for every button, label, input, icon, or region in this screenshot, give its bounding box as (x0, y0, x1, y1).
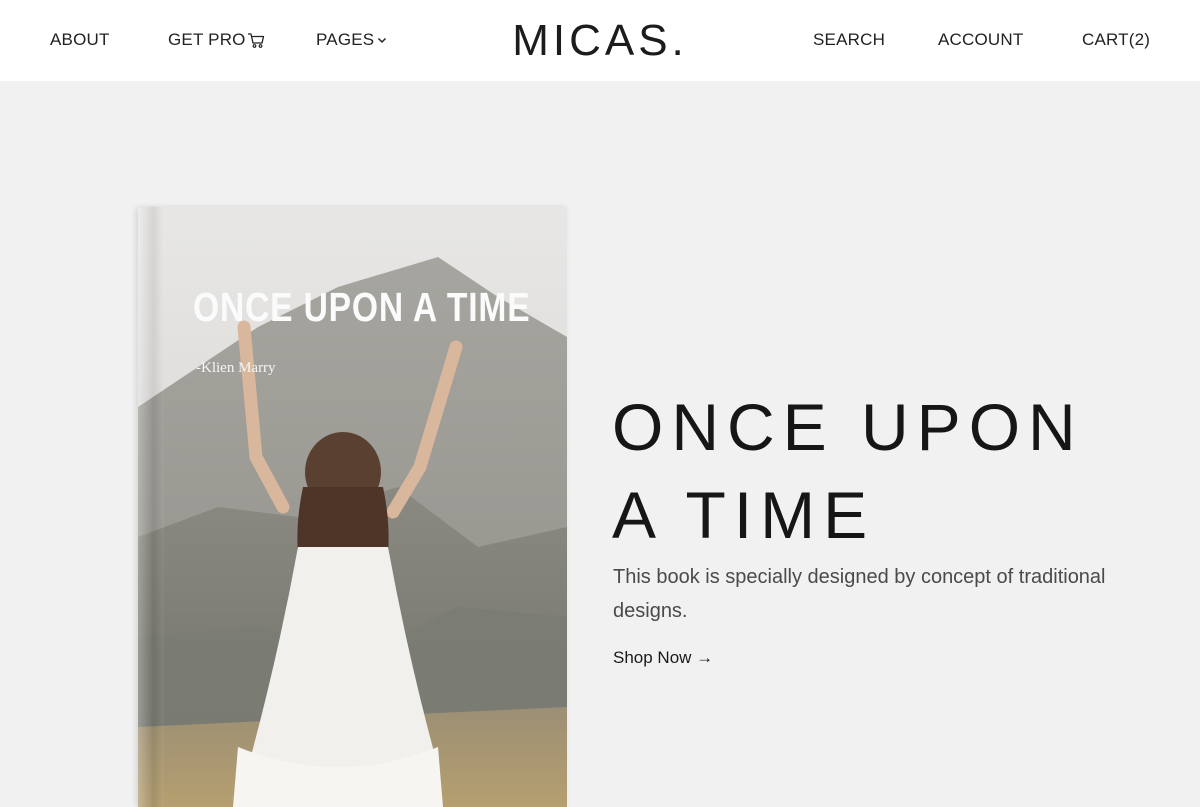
nav-account-link[interactable]: ACCOUNT (938, 30, 1023, 50)
nav-search-link[interactable]: SEARCH (813, 30, 885, 50)
nav-account-label: ACCOUNT (938, 30, 1024, 49)
book-spine (138, 207, 164, 807)
book-cover-image: ONCE UPON A TIME -Klien Marry (138, 207, 567, 807)
hero-title: ONCE UPON A TIME (612, 383, 1172, 559)
shop-now-link[interactable]: Shop Now → (613, 648, 713, 668)
book-cover-title: ONCE UPON A TIME (193, 284, 531, 330)
hero-description: This book is specially designed by conce… (613, 566, 1106, 622)
top-navigation-bar: ABOUT GET PRO PAGES MICAS. SEARCH ACCOUN… (0, 0, 1200, 81)
nav-cart-link[interactable]: CART(2) (1082, 30, 1150, 50)
nav-search-label: SEARCH (813, 30, 886, 49)
hero-title-line-2: A TIME (612, 478, 876, 552)
hero-title-line-1: ONCE UPON (612, 390, 1084, 464)
nav-cart-label: CART(2) (1082, 30, 1151, 49)
book-cover-author: -Klien Marry (196, 360, 276, 376)
